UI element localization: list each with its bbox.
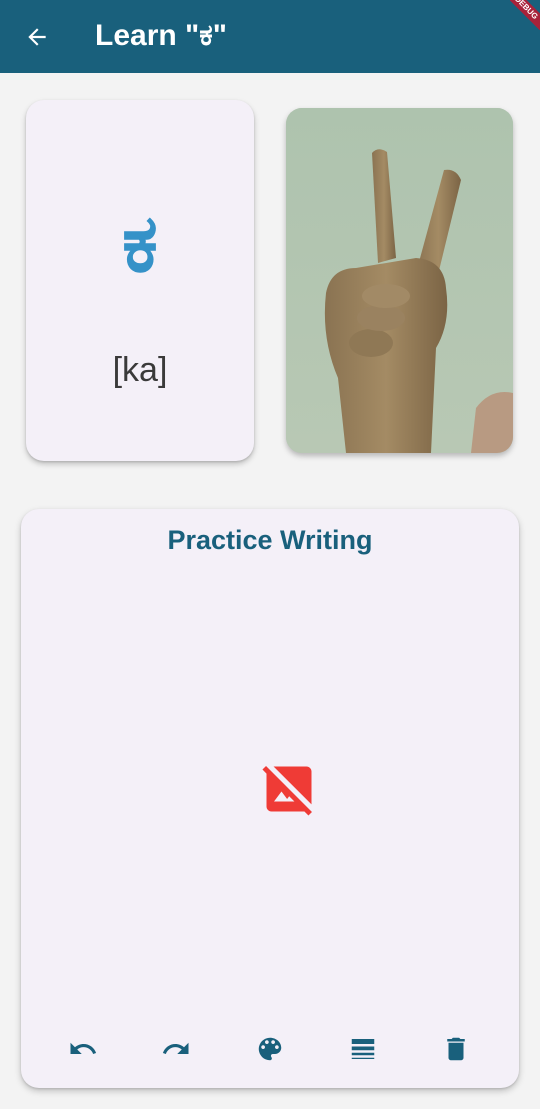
line-weight-icon [351,1039,375,1059]
delete-icon [447,1037,465,1061]
broken-image-icon [262,766,312,816]
redo-icon [162,1042,189,1054]
color-picker-button[interactable] [250,1029,290,1069]
debug-banner: DEBUG [510,0,540,30]
sign-image-card[interactable] [286,108,513,453]
undo-icon [70,1042,97,1054]
palette-icon [258,1037,282,1061]
debug-banner-label: DEBUG [510,0,540,30]
undo-button[interactable] [63,1029,103,1069]
hand-sign-image [286,108,513,453]
drawing-toolbar [21,1029,519,1069]
stroke-width-button[interactable] [343,1029,383,1069]
arrow-back-icon [28,28,46,46]
practice-writing-card: Practice Writing [21,509,519,1088]
clear-button[interactable] [436,1029,476,1069]
back-button[interactable] [20,20,54,54]
redo-button[interactable] [156,1029,196,1069]
letter-phonetic: [ka] [112,351,168,389]
letter-card[interactable]: ಕ [ka] [26,100,254,461]
letter-glyph: ಕ [122,197,158,290]
app-bar: Learn "ಕ" DEBUG [0,0,540,73]
practice-title: Practice Writing [167,525,373,555]
page-title: Learn "ಕ" [95,19,227,52]
drawing-canvas-placeholder[interactable] [259,759,319,819]
